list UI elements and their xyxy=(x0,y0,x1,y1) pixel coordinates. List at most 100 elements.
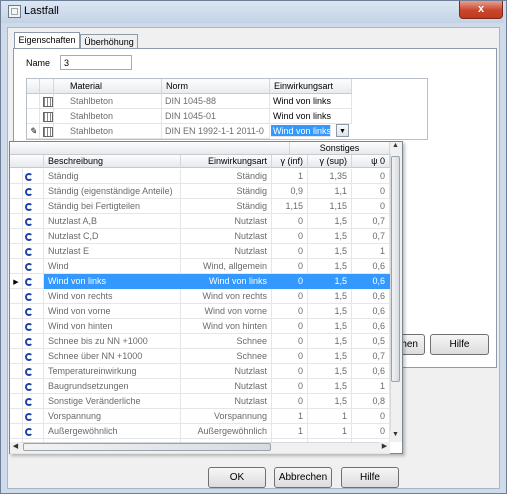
einwirkungsart-cell[interactable]: Ständig xyxy=(181,199,272,214)
gamma-sup-cell[interactable]: 1 xyxy=(308,409,352,424)
dropdown-arrow-icon[interactable]: ▼ xyxy=(336,124,349,137)
gamma-sup-cell[interactable]: 1,5 xyxy=(308,394,352,409)
psi0-cell[interactable]: 0 xyxy=(352,409,390,424)
gamma-sup-cell[interactable]: 1,5 xyxy=(308,274,352,289)
gamma-sup-cell[interactable]: 1,35 xyxy=(308,169,352,184)
einwirkungsart-cell[interactable]: Außergewöhnlich xyxy=(181,424,272,439)
beschreibung-cell[interactable]: Wind von rechts xyxy=(44,289,181,304)
gamma-sup-cell[interactable]: 1,5 xyxy=(308,259,352,274)
beschreibung-cell[interactable]: Ständig (eigenständige Anteile) xyxy=(44,184,181,199)
gamma-inf-cell[interactable]: 0 xyxy=(272,274,308,289)
gamma-sup-cell[interactable]: 1 xyxy=(308,424,352,439)
column-header-gamma-sup[interactable]: γ (sup) xyxy=(308,155,352,168)
norm-cell[interactable]: DIN 1045-88 xyxy=(162,94,270,109)
beschreibung-cell[interactable]: Ständig bei Fertigteilen xyxy=(44,199,181,214)
gamma-sup-cell[interactable]: 1,1 xyxy=(308,184,352,199)
list-item[interactable]: Vorspannung Vorspannung 1 1 0 xyxy=(10,409,390,424)
list-item[interactable]: Sonstige Veränderliche Nutzlast 0 1,5 0,8 xyxy=(10,394,390,409)
column-header-psi0[interactable]: ψ 0 xyxy=(352,155,390,168)
norm-cell[interactable]: DIN 1045-01 xyxy=(162,109,270,124)
gamma-inf-cell[interactable]: 1 xyxy=(272,169,308,184)
gamma-inf-cell[interactable]: 0 xyxy=(272,349,308,364)
row-indicator-cell[interactable] xyxy=(10,199,23,214)
row-indicator-cell[interactable] xyxy=(10,184,23,199)
ok-button[interactable]: OK xyxy=(208,467,266,488)
beschreibung-cell[interactable]: Schnee bis zu NN +1000 xyxy=(44,334,181,349)
einwirkungsart-cell[interactable]: Schnee xyxy=(181,334,272,349)
row-indicator-cell[interactable] xyxy=(10,169,23,184)
scroll-left-icon[interactable]: ◀ xyxy=(10,442,21,452)
psi0-cell[interactable]: 0,6 xyxy=(352,304,390,319)
gamma-inf-cell[interactable]: 0 xyxy=(272,259,308,274)
psi0-cell[interactable]: 0 xyxy=(352,199,390,214)
list-item[interactable]: Nutzlast A,B Nutzlast 0 1,5 0,7 xyxy=(10,214,390,229)
list-item[interactable]: Wind von vorne Wind von vorne 0 1,5 0,6 xyxy=(10,304,390,319)
row-indicator-cell[interactable] xyxy=(10,244,23,259)
scroll-down-icon[interactable]: ▼ xyxy=(390,431,401,442)
beschreibung-cell[interactable]: Nutzlast A,B xyxy=(44,214,181,229)
row-indicator-cell[interactable] xyxy=(10,259,23,274)
list-item[interactable]: Ständig (eigenständige Anteile) Ständig 0,… xyxy=(10,184,390,199)
material-cell[interactable]: Stahlbeton xyxy=(54,109,162,124)
psi0-cell[interactable]: 0 xyxy=(352,184,390,199)
row-indicator-cell[interactable] xyxy=(10,409,23,424)
gamma-sup-cell[interactable]: 1,5 xyxy=(308,244,352,259)
beschreibung-cell[interactable]: Schnee über NN +1000 xyxy=(44,349,181,364)
abbrechen-button[interactable]: Abbrechen xyxy=(274,467,332,488)
psi0-cell[interactable]: 0,5 xyxy=(352,334,390,349)
einwirkungsart-cell[interactable]: Wind von rechts xyxy=(181,289,272,304)
gamma-inf-cell[interactable]: 0 xyxy=(272,229,308,244)
gamma-inf-cell[interactable]: 0 xyxy=(272,289,308,304)
row-indicator-cell[interactable] xyxy=(10,364,23,379)
row-indicator[interactable] xyxy=(27,94,40,109)
psi0-cell[interactable]: 0,7 xyxy=(352,349,390,364)
row-indicator-cell[interactable] xyxy=(10,304,23,319)
beschreibung-cell[interactable]: Nutzlast E xyxy=(44,244,181,259)
psi0-cell[interactable]: 0,6 xyxy=(352,319,390,334)
column-header-beschreibung[interactable]: Beschreibung xyxy=(44,155,181,168)
einwirkungsart-combo-value[interactable]: Wind von links xyxy=(271,125,331,137)
einwirkungsart-cell[interactable]: Wind von links xyxy=(270,94,352,109)
gamma-sup-cell[interactable]: 1,5 xyxy=(308,334,352,349)
gamma-inf-cell[interactable]: 0 xyxy=(272,394,308,409)
einwirkungsart-cell[interactable]: Nutzlast xyxy=(181,214,272,229)
psi0-cell[interactable]: 0,7 xyxy=(352,214,390,229)
gamma-sup-cell[interactable]: 1,5 xyxy=(308,349,352,364)
beschreibung-cell[interactable]: Baugrundsetzungen xyxy=(44,379,181,394)
list-item[interactable]: Wind von hinten Wind von hinten 0 1,5 0,6 xyxy=(10,319,390,334)
psi0-cell[interactable]: 0,6 xyxy=(352,289,390,304)
row-indicator-cell[interactable] xyxy=(10,394,23,409)
row-indicator-cell[interactable] xyxy=(10,424,23,439)
psi0-cell[interactable]: 1 xyxy=(352,379,390,394)
beschreibung-cell[interactable]: Nutzlast C,D xyxy=(44,229,181,244)
list-item[interactable]: Ständig Ständig 1 1,35 0 xyxy=(10,169,390,184)
gamma-inf-cell[interactable]: 1 xyxy=(272,424,308,439)
beschreibung-cell[interactable]: Sonstige Veränderliche xyxy=(44,394,181,409)
beschreibung-cell[interactable]: Vorspannung xyxy=(44,409,181,424)
einwirkungsart-cell[interactable]: Ständig xyxy=(181,169,272,184)
material-cell[interactable]: Stahlbeton xyxy=(54,94,162,109)
column-header-einwirkungsart[interactable]: Einwirkungsart xyxy=(181,155,272,168)
scroll-right-icon[interactable]: ▶ xyxy=(379,442,390,452)
gamma-sup-cell[interactable]: 1,5 xyxy=(308,364,352,379)
hilfe-button[interactable]: Hilfe xyxy=(341,467,399,488)
list-item[interactable]: Baugrundsetzungen Nutzlast 0 1,5 1 xyxy=(10,379,390,394)
row-indicator[interactable] xyxy=(27,109,40,124)
einwirkungsart-cell[interactable]: Nutzlast xyxy=(181,244,272,259)
gamma-inf-cell[interactable]: 0 xyxy=(272,334,308,349)
einwirkungsart-cell[interactable]: Nutzlast xyxy=(181,394,272,409)
list-item[interactable]: Nutzlast E Nutzlast 0 1,5 1 xyxy=(10,244,390,259)
einwirkungsart-cell[interactable]: Vorspannung xyxy=(181,409,272,424)
einwirkungsart-cell[interactable]: Wind von links xyxy=(270,109,352,124)
row-indicator-cell[interactable]: ▶ xyxy=(10,274,23,289)
beschreibung-cell[interactable]: Wind von links xyxy=(44,274,181,289)
gamma-inf-cell[interactable]: 0 xyxy=(272,214,308,229)
list-item[interactable]: Schnee über NN +1000 Schnee 0 1,5 0,7 xyxy=(10,349,390,364)
gamma-inf-cell[interactable]: 0 xyxy=(272,319,308,334)
psi0-cell[interactable]: 0,6 xyxy=(352,274,390,289)
hilfe-button-background[interactable]: Hilfe xyxy=(430,334,489,355)
scroll-up-icon[interactable]: ▲ xyxy=(390,142,401,153)
gamma-inf-cell[interactable]: 1,15 xyxy=(272,199,308,214)
row-indicator-cell[interactable] xyxy=(10,289,23,304)
einwirkungsart-cell[interactable]: Ständig xyxy=(181,184,272,199)
